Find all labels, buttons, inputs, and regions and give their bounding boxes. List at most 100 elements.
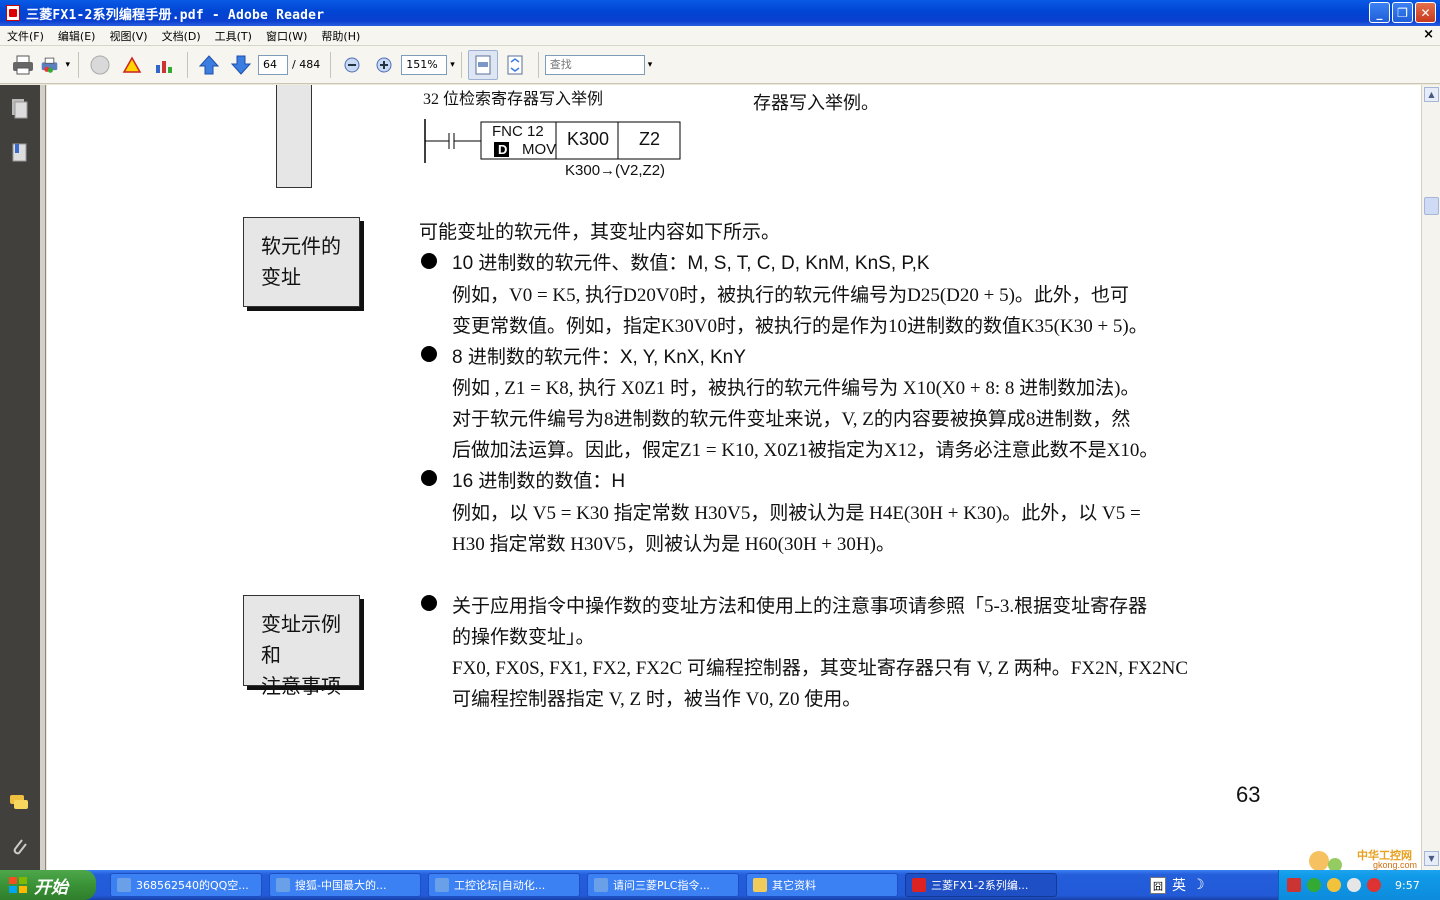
scroll-up-icon[interactable]: ▲ <box>1424 87 1439 102</box>
bullet-icon <box>421 595 437 611</box>
taskbar-item-reader[interactable]: 三菱FX1-2系列编... <box>905 873 1057 897</box>
chart-tool-button[interactable] <box>149 50 179 80</box>
taskbar-item-sohu[interactable]: 搜狐-中国最大的... <box>269 873 421 897</box>
document-view[interactable]: 32 位检索寄存器写入举例 存器写入举例。 FNC 12 D MOV K300 … <box>47 85 1421 870</box>
search-dropdown-icon[interactable]: ▾ <box>648 60 653 70</box>
bullet3-line1: 例如，以 V5 = K30 指定常数 H30V5，则被认为是 H4E(30H +… <box>452 503 1141 524</box>
chevron-down-icon[interactable]: ▾ <box>65 60 70 70</box>
bullet1-heading: 10 进制数的软元件、数值：M, S, T, C, D, KnM, KnS, P… <box>452 248 930 275</box>
comments-icon[interactable] <box>9 791 29 815</box>
zoom-dropdown-icon[interactable]: ▾ <box>450 60 455 70</box>
maximize-button[interactable]: ❐ <box>1392 2 1413 23</box>
fit-page-icon <box>507 55 523 74</box>
bullet3-values: H <box>611 471 626 492</box>
toolbar-separator <box>187 51 188 78</box>
toolbar-separator <box>330 51 332 78</box>
document-close-button[interactable]: × <box>1423 27 1434 42</box>
example-caption: 32 位检索寄存器写入举例 <box>423 91 604 108</box>
toolbar-separator <box>78 51 79 78</box>
ladder-note: K300→(V2,Z2) <box>565 162 666 179</box>
bullet1-line2: 变更常数值。例如，指定K30V0时，被执行的是作为10进制数的数值K35(K30… <box>452 316 1148 337</box>
bullet3-line2: H30 指定常数 H30V5，则被认为是 H60(30H + 30H)。 <box>452 534 895 555</box>
menu-file[interactable]: 文件(F) <box>0 28 51 44</box>
panel-splitter[interactable] <box>40 85 46 870</box>
notes-heading-line2: 注意事项 <box>261 674 341 698</box>
bullet4-line2: 的操作数变址」。 <box>452 627 595 648</box>
bullet2-heading: 8 进制数的软元件：X, Y, KnX, KnY <box>452 342 746 369</box>
fit-width-icon <box>475 55 491 74</box>
arrow-up-icon <box>198 54 220 74</box>
ladder-dst-operand: Z2 <box>639 129 661 149</box>
previous-page-button[interactable] <box>194 50 224 80</box>
menu-edit[interactable]: 编辑(E) <box>51 28 103 44</box>
bullet1-heading-text: 10 进制数的软元件、数值： <box>452 253 688 274</box>
notes-heading-line1: 变址示例和 <box>261 612 341 667</box>
section-heading-line2: 变址 <box>261 265 301 289</box>
ime-mode[interactable]: 英 <box>1172 875 1186 895</box>
network-icon[interactable] <box>1327 878 1341 892</box>
comment-tool-button[interactable] <box>117 50 147 80</box>
attachments-icon[interactable] <box>9 835 29 859</box>
bullet2-line3: 后做加法运算。因此，假定Z1 = K10, X0Z1被指定为X12，请务必注意此… <box>452 440 1159 461</box>
taskbar-item-folder[interactable]: 其它资料 <box>746 873 898 897</box>
menu-view[interactable]: 视图(V) <box>102 28 154 44</box>
zoom-in-button[interactable] <box>369 50 399 80</box>
volume-icon[interactable] <box>1347 878 1361 892</box>
ladder-src-operand: K300 <box>567 129 610 149</box>
bullet3-heading-text: 16 进制数的数值： <box>452 471 612 492</box>
close-button[interactable]: ✕ <box>1415 2 1436 23</box>
scroll-thumb[interactable] <box>1424 197 1439 215</box>
toolbar: ▾ 64 / 484 151% ▾ ▾ <box>0 46 1440 84</box>
hand-tool-button[interactable] <box>85 50 115 80</box>
task-label: 三菱FX1-2系列编... <box>931 879 1029 892</box>
email-button[interactable]: ▾ <box>40 50 70 80</box>
taskbar-item-forum[interactable]: 工控论坛|自动化... <box>428 873 580 897</box>
scroll-down-icon[interactable]: ▼ <box>1424 851 1439 866</box>
minimize-button[interactable]: _ <box>1369 2 1390 23</box>
taskbar-item-question[interactable]: 请问三菱PLC指令... <box>587 873 739 897</box>
highlight-icon <box>122 55 142 73</box>
moon-icon[interactable]: ☽ <box>1192 877 1205 893</box>
tray-icon[interactable] <box>1287 878 1301 892</box>
navigation-panel <box>0 85 40 870</box>
fit-width-button[interactable] <box>467 49 498 80</box>
pdf-icon <box>912 878 926 892</box>
menu-tools[interactable]: 工具(T) <box>208 28 259 44</box>
bullet4-line4: 可编程控制器指定 V, Z 时，被当作 V0, Z0 使用。 <box>452 689 862 710</box>
fit-page-button[interactable] <box>500 50 530 80</box>
bullet-icon <box>421 470 437 486</box>
start-button[interactable]: 开始 <box>0 870 96 900</box>
bookmarks-icon[interactable] <box>9 141 29 165</box>
toolbar-separator <box>460 51 462 78</box>
bullet2-heading-text: 8 进制数的软元件： <box>452 347 620 368</box>
next-page-button[interactable] <box>226 50 256 80</box>
clock[interactable]: 9:57 <box>1395 879 1420 892</box>
shield-icon[interactable] <box>1307 878 1321 892</box>
intro-text: 可能变址的软元件，其变址内容如下所示。 <box>419 222 781 243</box>
taskbar: 开始 368562540的QQ空... 搜狐-中国最大的... 工控论坛|自动化… <box>0 870 1440 900</box>
search-input[interactable] <box>544 54 645 75</box>
printer-icon <box>13 55 33 74</box>
task-label: 请问三菱PLC指令... <box>613 879 710 892</box>
task-label: 搜狐-中国最大的... <box>295 879 387 892</box>
title-bar: 三菱FX1-2系列编程手册.pdf - Adobe Reader _ ❐ ✕ <box>0 0 1440 26</box>
watermark-logo <box>1309 851 1342 870</box>
bullet1-line1: 例如，V0 = K5, 执行D20V0时，被执行的软元件编号为D25(D20 +… <box>452 285 1129 306</box>
security-icon[interactable] <box>1367 878 1381 892</box>
pages-icon[interactable] <box>9 97 29 121</box>
menu-window[interactable]: 窗口(W) <box>259 28 314 44</box>
menu-help[interactable]: 帮助(H) <box>314 28 367 44</box>
zoom-level-select[interactable]: 151% <box>401 54 448 75</box>
vertical-scrollbar[interactable]: ▲ ▼ <box>1421 85 1440 870</box>
folder-icon <box>753 878 767 892</box>
arrow-down-icon <box>230 55 252 75</box>
page-number-input[interactable]: 64 <box>258 54 288 75</box>
ime-icon[interactable]: 囧 <box>1150 876 1166 894</box>
zoom-out-button[interactable] <box>337 50 367 80</box>
taskbar-item-qq[interactable]: 368562540的QQ空... <box>110 873 262 897</box>
bullet-icon <box>421 346 437 362</box>
chart-icon <box>156 60 172 73</box>
menu-document[interactable]: 文档(D) <box>155 28 208 44</box>
language-bar[interactable]: 囧 英 ☽ <box>1150 873 1205 897</box>
print-button[interactable] <box>8 50 38 80</box>
